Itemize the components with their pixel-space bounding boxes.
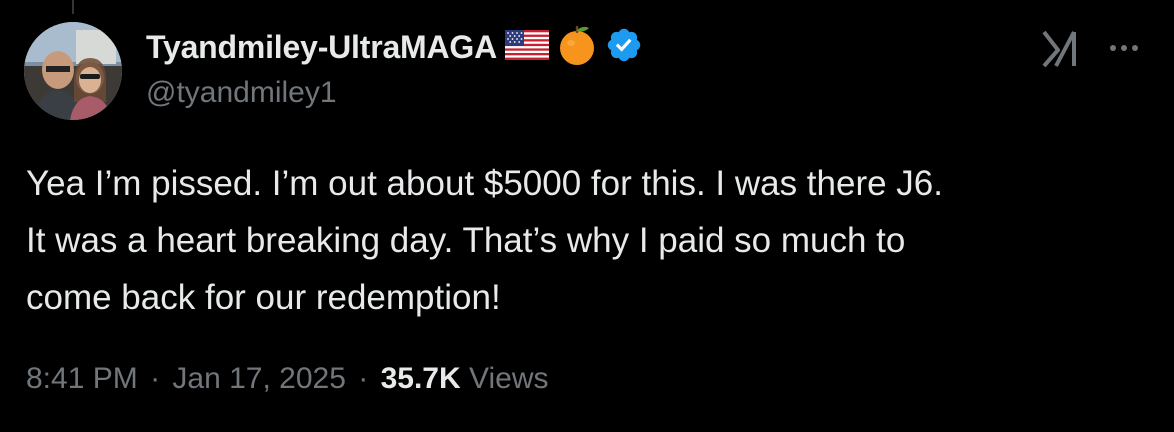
tweet-meta: 8:41 PM · Jan 17, 2025 · 35.7K Views xyxy=(26,362,548,396)
author-handle[interactable]: @tyandmiley1 xyxy=(146,76,337,110)
tweet-card[interactable]: Tyandmiley-UltraMAGA @tyandmiley1 Yea I’… xyxy=(0,0,1174,432)
tweet-time[interactable]: 8:41 PM xyxy=(26,362,138,395)
tweet-date[interactable]: Jan 17, 2025 xyxy=(172,362,345,395)
tweet-text-line: Yea I’m pissed. I’m out about $5000 for … xyxy=(26,164,943,203)
grok-icon xyxy=(1042,30,1076,68)
more-options-button[interactable] xyxy=(1100,26,1148,70)
meta-separator: · xyxy=(358,362,369,395)
verified-badge-icon[interactable] xyxy=(605,26,643,69)
grok-button[interactable] xyxy=(1036,26,1084,70)
us-flag-icon xyxy=(505,29,550,65)
avatar-photo xyxy=(24,22,122,120)
meta-separator: · xyxy=(150,362,161,395)
author-name-row: Tyandmiley-UltraMAGA xyxy=(146,25,643,69)
more-options-icon xyxy=(1110,45,1138,51)
tweet-text-line: come back for our redemption! xyxy=(26,278,501,317)
views-label: Views xyxy=(469,362,549,395)
author-display-name[interactable]: Tyandmiley-UltraMAGA xyxy=(146,29,497,66)
orange-emoji-icon xyxy=(557,23,597,72)
views-count[interactable]: 35.7K xyxy=(381,362,461,395)
avatar[interactable] xyxy=(24,22,122,120)
tweet-text-line: It was a heart breaking day. That’s why … xyxy=(26,221,906,260)
tweet-text: Yea I’m pissed. I’m out about $5000 for … xyxy=(26,155,1146,326)
